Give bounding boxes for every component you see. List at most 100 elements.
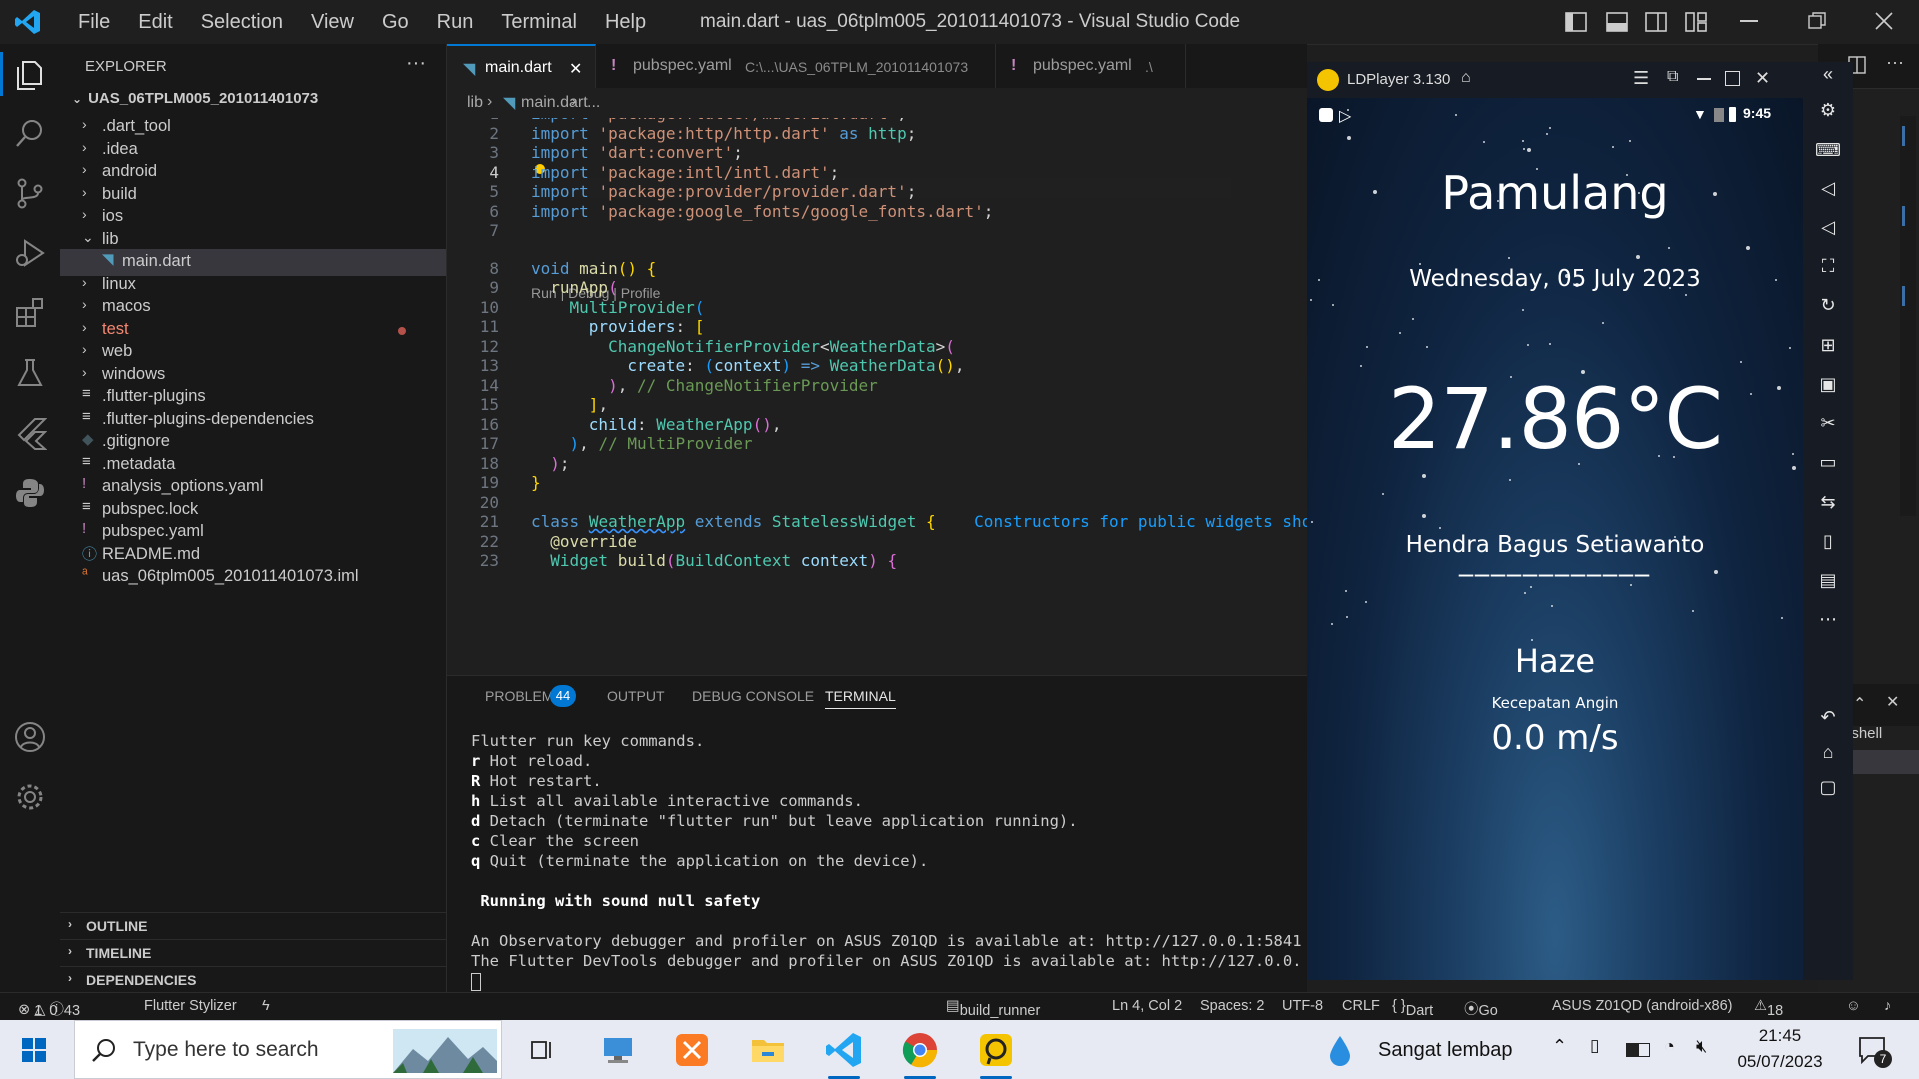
dependencies-section[interactable]: › DEPENDENCIES xyxy=(60,966,446,994)
run-debug-icon[interactable] xyxy=(13,236,47,270)
tab-terminal[interactable]: TERMINAL xyxy=(825,688,896,709)
testing-icon[interactable] xyxy=(13,356,47,390)
source-control-icon[interactable] xyxy=(13,176,47,210)
volume-down-icon[interactable]: ◁ xyxy=(1815,217,1841,238)
breadcrumb-folder[interactable]: lib xyxy=(467,94,483,112)
minimize-icon[interactable] xyxy=(1740,20,1758,22)
ld-minimize-icon[interactable] xyxy=(1697,78,1711,80)
minimap[interactable] xyxy=(1900,116,1916,516)
build-runner-status[interactable]: ▤ build_runner watch xyxy=(946,998,1040,1035)
tab-output[interactable]: OUTPUT xyxy=(607,688,665,704)
fullscreen-icon[interactable]: ⛶ xyxy=(1815,256,1841,277)
language-status[interactable]: { } Dart xyxy=(1392,998,1433,1019)
toggle-panel-icon[interactable] xyxy=(1606,12,1628,32)
menu-run[interactable]: Run xyxy=(423,11,488,34)
screenshot-icon[interactable]: ▣ xyxy=(1815,374,1841,395)
ld-maximize-icon[interactable] xyxy=(1725,71,1740,86)
toggle-secondary-sidebar-icon[interactable] xyxy=(1645,12,1667,32)
menu-terminal[interactable]: Terminal xyxy=(487,11,591,34)
keyboard-icon[interactable]: ⌨ xyxy=(1815,140,1841,161)
taskbar-date[interactable]: 05/07/2023 xyxy=(1734,1052,1826,1072)
breadcrumb-file[interactable]: main.dart xyxy=(521,94,588,112)
workspace-root[interactable]: ⌄ UAS_06TPLM005_201011401073 xyxy=(72,90,318,107)
customize-layout-icon[interactable] xyxy=(1685,12,1707,32)
menu-view[interactable]: View xyxy=(297,11,368,34)
more-icon[interactable]: ⋯ xyxy=(1815,609,1841,630)
volume-muted-icon[interactable]: 🔇︎ xyxy=(1696,1036,1707,1057)
device-status[interactable]: ASUS Z01QD (android-x86) xyxy=(1552,998,1733,1014)
taskbar-clock[interactable]: 21:45 xyxy=(1738,1026,1822,1046)
spell-status[interactable]: ⚠ 18 Spell xyxy=(1754,998,1799,1035)
menu-selection[interactable]: Selection xyxy=(187,11,297,34)
vscode-taskbar-icon[interactable] xyxy=(822,1028,866,1079)
tab-pubspec-yaml-1[interactable]: ! pubspec.yaml C:\...\UAS_06TPLM_2010114… xyxy=(595,44,996,88)
record-icon[interactable]: ▭ xyxy=(1815,452,1841,473)
tab-pubspec-yaml-2[interactable]: ! pubspec.yaml .\ xyxy=(995,44,1186,88)
account-icon[interactable] xyxy=(13,720,47,754)
add-apk-icon[interactable]: ⊞ xyxy=(1815,335,1841,356)
timeline-section[interactable]: › TIMELINE xyxy=(60,939,446,967)
eol-status[interactable]: CRLF xyxy=(1342,998,1380,1014)
settings-icon[interactable]: ⚙ xyxy=(1815,100,1841,121)
xampp-icon[interactable] xyxy=(670,1028,714,1072)
python-icon[interactable] xyxy=(13,476,47,510)
chrome-icon[interactable] xyxy=(898,1028,942,1079)
file-explorer-icon[interactable] xyxy=(746,1028,790,1072)
terminal-output[interactable]: Flutter run key commands. r Hot reload. R … xyxy=(471,731,1301,971)
menu-file[interactable]: File xyxy=(64,11,124,34)
volume-up-icon[interactable]: ◁ xyxy=(1815,178,1841,199)
rotate-icon[interactable]: ↻ xyxy=(1815,295,1841,316)
home-icon[interactable]: ⌂ xyxy=(1815,742,1841,763)
flutter-icon[interactable] xyxy=(13,416,47,450)
menu-icon[interactable]: ☰ xyxy=(1633,68,1649,89)
tab-close-icon[interactable]: ✕ xyxy=(569,59,582,79)
notifications-bell-icon[interactable]: ♪ xyxy=(1884,998,1891,1014)
gamepad-icon[interactable]: ⌂ xyxy=(1461,69,1471,87)
extensions-icon[interactable] xyxy=(13,296,47,330)
taskbar-search-box[interactable]: Type here to search xyxy=(74,1020,502,1079)
flutter-stylizer-status[interactable]: Flutter Stylizer xyxy=(144,998,237,1014)
editor-more-icon[interactable]: ··· xyxy=(1886,52,1904,73)
phone-link-icon[interactable]: ▯ xyxy=(1590,1036,1599,1056)
close-icon[interactable] xyxy=(1874,11,1894,31)
errors-warnings-status[interactable]: ⊗ 1 △ 0 ⓘ 43 xyxy=(18,998,80,1019)
tab-main-dart[interactable]: ◥ main.dart ✕ xyxy=(447,44,596,90)
outline-section[interactable]: › OUTLINE xyxy=(60,912,446,940)
menu-help[interactable]: Help xyxy=(591,11,660,34)
sync-icon[interactable]: ⇆ xyxy=(1815,492,1841,513)
menu-go[interactable]: Go xyxy=(368,11,423,34)
go-live-status[interactable]: ⦿ Go Live xyxy=(1464,998,1505,1035)
maximize-panel-icon[interactable]: ⌃ xyxy=(1853,694,1866,714)
popout-icon[interactable]: ⧉ xyxy=(1667,68,1678,86)
back-icon[interactable]: ↶ xyxy=(1815,707,1841,728)
lightning-icon[interactable]: ϟ xyxy=(262,998,270,1014)
explorer-icon[interactable] xyxy=(13,58,47,92)
battery-taskbar-icon[interactable] xyxy=(1626,1043,1650,1057)
tab-debug-console[interactable]: DEBUG CONSOLE xyxy=(692,688,814,704)
restore-icon[interactable] xyxy=(1808,12,1826,30)
show-hidden-icons-chevron-icon[interactable]: ⌃ xyxy=(1552,1036,1567,1057)
feedback-icon[interactable]: ☺ xyxy=(1846,998,1861,1014)
encoding-status[interactable]: UTF-8 xyxy=(1282,998,1323,1014)
operation-record-icon[interactable]: ▤ xyxy=(1815,570,1841,591)
android-screen[interactable]: ▷ ▼ 9:45 Pamulang Wednesday, 05 July 202… xyxy=(1307,98,1803,980)
ld-close-icon[interactable]: ✕ xyxy=(1755,68,1770,89)
weather-text[interactable]: Sangat lembap xyxy=(1378,1039,1513,1062)
more-actions-icon[interactable]: ··· xyxy=(406,52,426,75)
recent-apps-icon[interactable]: ▢ xyxy=(1815,777,1841,798)
ldplayer-taskbar-icon[interactable] xyxy=(974,1028,1018,1079)
collapse-icon[interactable]: « xyxy=(1815,64,1841,85)
network-icon[interactable]: ◔ xyxy=(1664,1036,1675,1057)
weather-droplet-icon[interactable] xyxy=(1328,1034,1352,1066)
toggle-sidebar-icon[interactable] xyxy=(1565,12,1587,32)
indentation-status[interactable]: Spaces: 2 xyxy=(1200,998,1265,1014)
tree-item[interactable]: ᵃ uas_06tplm005_201011401073.iml xyxy=(60,564,446,591)
search-icon[interactable] xyxy=(13,116,47,150)
cursor-position[interactable]: Ln 4, Col 2 xyxy=(1112,998,1182,1014)
settings-gear-icon[interactable] xyxy=(13,780,47,814)
breadcrumb-symbol[interactable]: ... xyxy=(587,94,600,112)
menu-edit[interactable]: Edit xyxy=(124,11,186,34)
windows-start-icon[interactable] xyxy=(22,1038,46,1062)
scissors-icon[interactable]: ✂ xyxy=(1815,413,1841,434)
code-editor[interactable]: 1234567891011121314151617181920212223 Ru… xyxy=(447,118,1307,675)
